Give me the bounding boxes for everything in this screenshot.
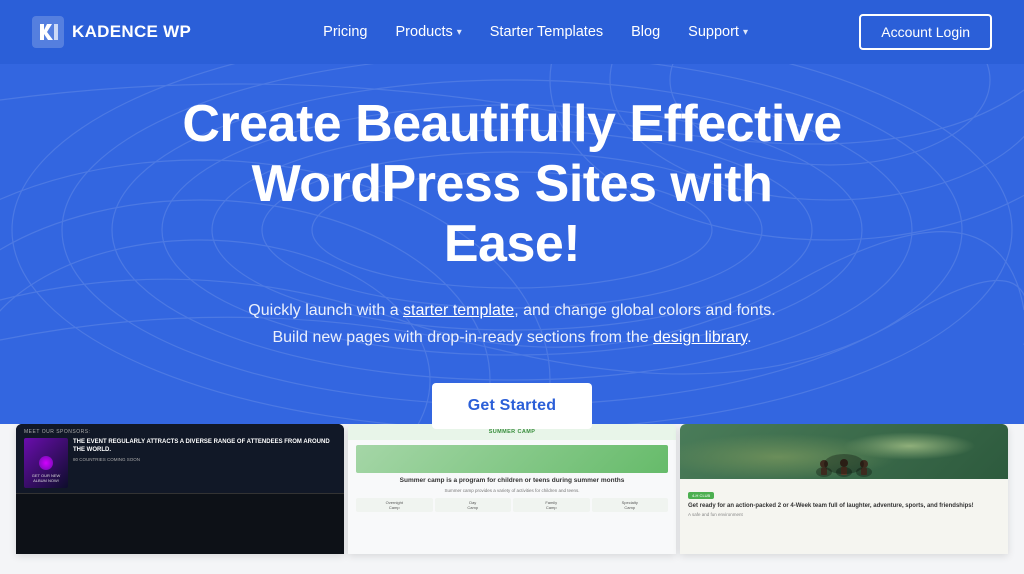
nav-item-pricing[interactable]: Pricing	[311, 18, 379, 46]
people-silhouettes	[804, 452, 884, 477]
card1-subtitle: 80 COUNTRIES COMING SOON	[73, 457, 336, 462]
logo-icon	[32, 16, 64, 48]
brand-name: KADENCE WP	[72, 22, 191, 42]
card1-badge: GET OUR NEW ALBUM NOW!	[28, 474, 64, 484]
design-library-link[interactable]: design library	[653, 329, 747, 346]
camp-type-4: SpecialtyCamp	[592, 498, 669, 512]
subtitle-text-2: , and change global colors and fonts.	[514, 302, 776, 319]
camp-type-1: OvernightCamp	[356, 498, 433, 512]
card1-sponsors-label: MEET OUR SPONSORS:	[24, 429, 336, 435]
account-login-button[interactable]: Account Login	[859, 14, 992, 50]
starter-template-link[interactable]: starter template	[403, 302, 514, 319]
card3-image	[680, 424, 1008, 479]
chevron-down-icon: ▾	[457, 27, 462, 38]
header: KADENCE WP Pricing Products ▾ Starter Te…	[0, 0, 1024, 64]
card2-sub-text: Summer camp provides a variety of activi…	[356, 488, 668, 495]
nav-item-starter-templates[interactable]: Starter Templates	[478, 18, 615, 46]
camp-type-2: DayCamp	[435, 498, 512, 512]
hero-content: Create Beautifully Effective WordPress S…	[162, 95, 862, 429]
preview-card-summer-camp: Summer Camp Summer camp is a program for…	[348, 424, 676, 554]
preview-card-music: MEET OUR SPONSORS: GET OUR NEW ALBUM NOW…	[16, 424, 344, 554]
card1-title: THE EVENT REGULARLY ATTRACTS A DIVERSE R…	[73, 438, 336, 454]
logo-link[interactable]: KADENCE WP	[32, 16, 191, 48]
card3-body: 4-H CLUB Get ready for an action-packed …	[680, 479, 1008, 522]
nav-item-support[interactable]: Support ▾	[676, 18, 760, 46]
main-nav: Pricing Products ▾ Starter Templates Blo…	[311, 18, 760, 46]
card3-title: Get ready for an action-packed 2 or 4-We…	[688, 502, 1000, 510]
subtitle-text-3: Build new pages with drop-in-ready secti…	[272, 329, 653, 346]
nav-item-products[interactable]: Products ▾	[384, 18, 474, 46]
hero-section: Create Beautifully Effective WordPress S…	[0, 0, 1024, 460]
hero-subtitle: Quickly launch with a starter template, …	[182, 298, 842, 351]
nav-item-blog[interactable]: Blog	[619, 18, 672, 46]
card3-badge: 4-H CLUB	[688, 492, 714, 499]
camp-type-3: FamilyCamp	[513, 498, 590, 512]
get-started-button[interactable]: Get Started	[432, 383, 592, 429]
subtitle-text-1: Quickly launch with a	[248, 302, 403, 319]
hero-title: Create Beautifully Effective WordPress S…	[182, 95, 842, 274]
preview-section: MEET OUR SPONSORS: GET OUR NEW ALBUM NOW…	[0, 424, 1024, 574]
preview-card-adventure: 4-H CLUB Get ready for an action-packed …	[680, 424, 1008, 554]
card2-main-text: Summer camp is a program for children or…	[356, 477, 668, 486]
subtitle-text-4: .	[747, 329, 751, 346]
card3-sub: A safe and fun environment	[688, 512, 1000, 517]
chevron-down-icon-support: ▾	[743, 27, 748, 38]
